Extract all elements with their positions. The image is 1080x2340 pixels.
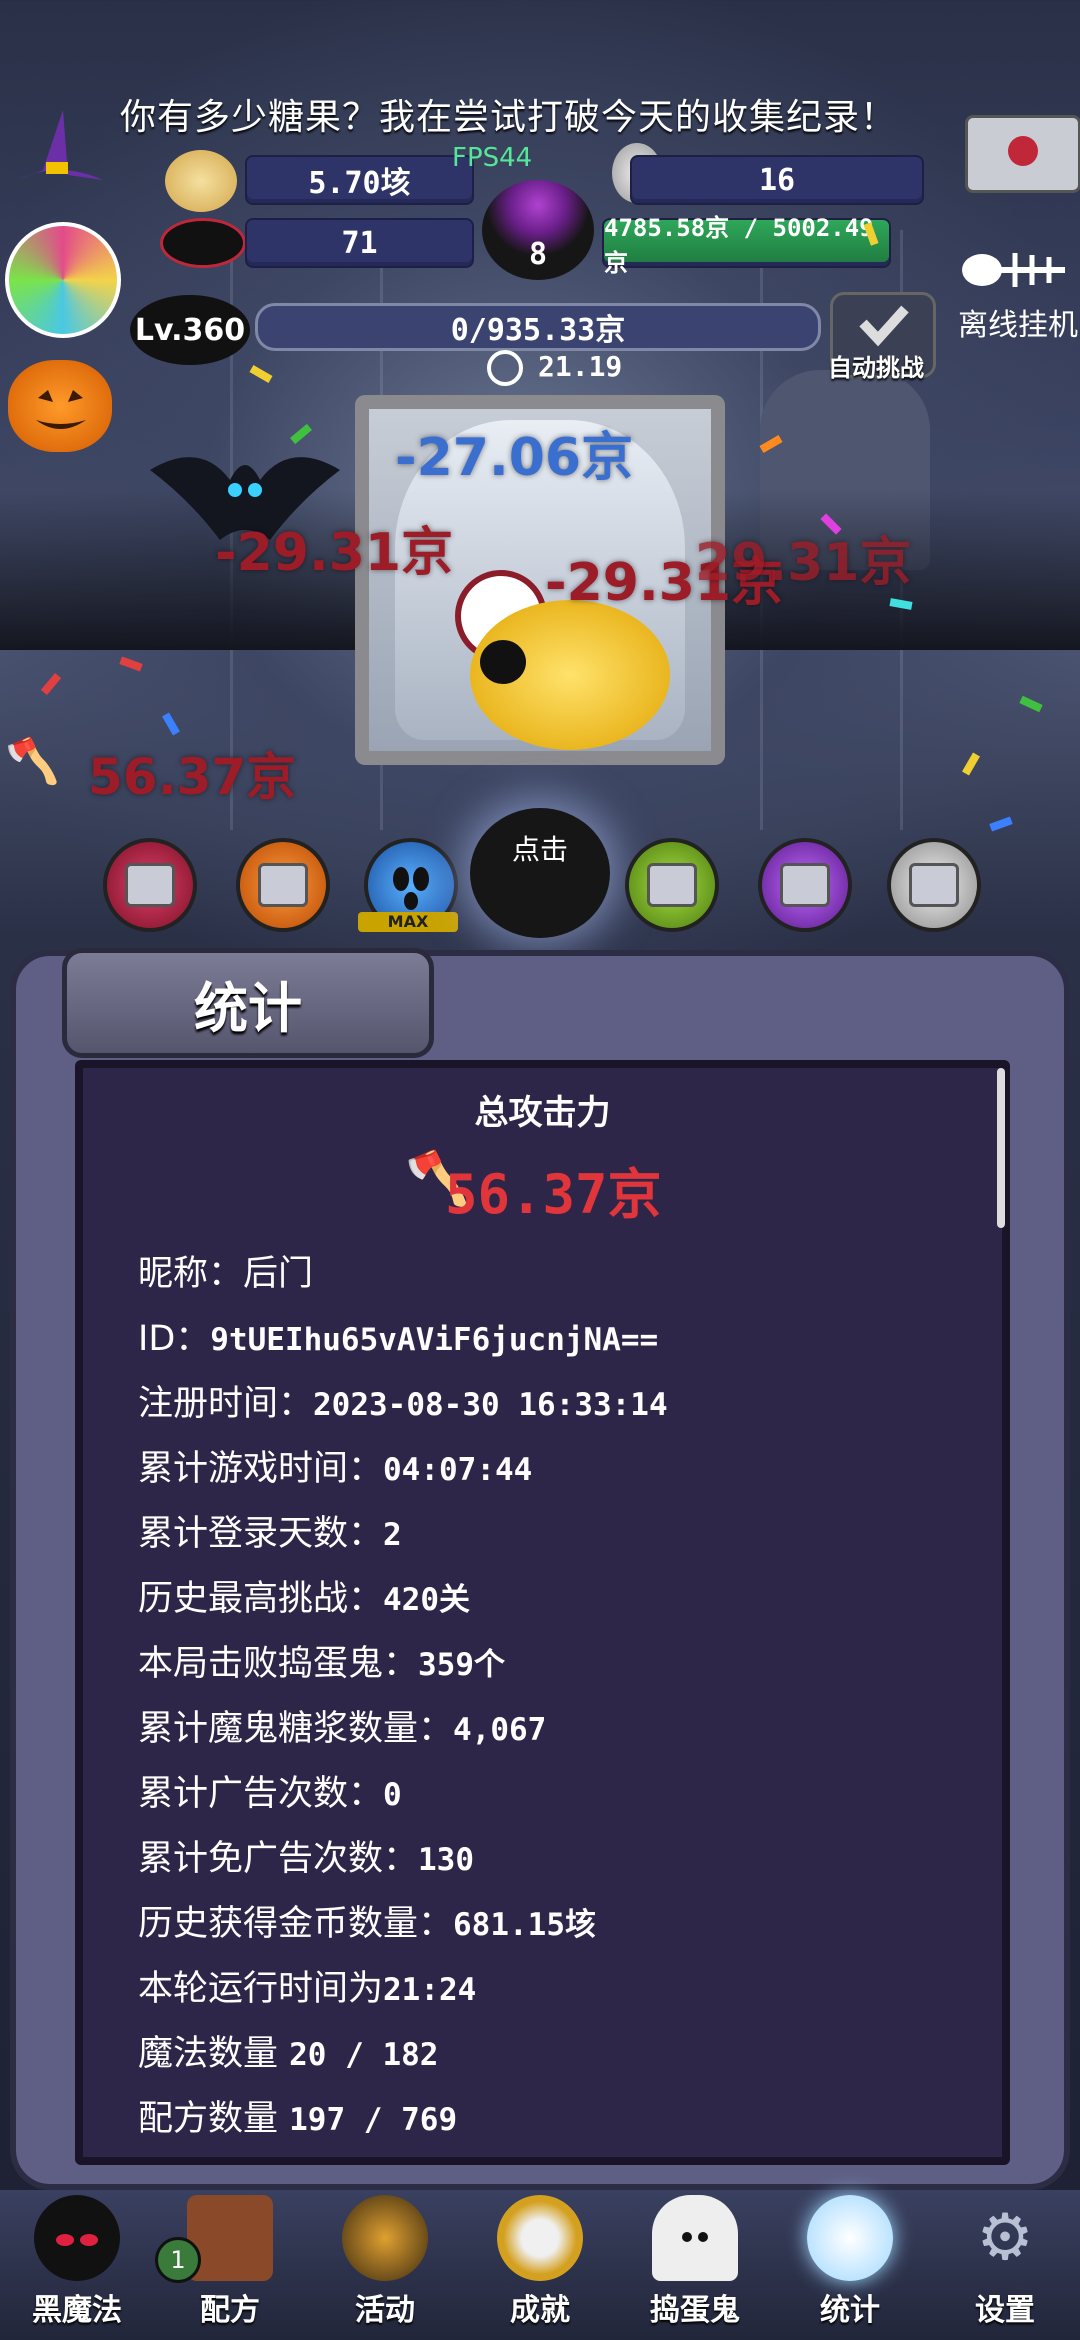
skull-count: 16: [630, 155, 924, 205]
ghost-icon: [652, 2195, 738, 2281]
candy-sack-icon: [165, 150, 237, 212]
lock-icon: [780, 863, 830, 907]
cat-head-icon: [480, 640, 526, 684]
candy-total: 5.70垓: [245, 155, 474, 205]
stat-row-run-time: 本轮运行时间为21:24: [138, 1969, 477, 2009]
total-attack-value: 56.37京: [445, 1163, 662, 1226]
lock-icon: [258, 863, 308, 907]
green-skill-locked[interactable]: [625, 838, 719, 932]
nav-event[interactable]: 活动: [320, 2195, 450, 2340]
nav-settings[interactable]: ⚙ 设置: [940, 2195, 1070, 2340]
boss-hp-progress: 4785.58京 / 5002.49京: [602, 214, 891, 277]
nav-achievement[interactable]: 成就: [475, 2195, 605, 2340]
stat-row-nickname: 昵称：后门: [138, 1254, 314, 1294]
stat-row-ad-count: 累计广告次数：0: [138, 1774, 402, 1814]
orange-skill-locked[interactable]: [236, 838, 330, 932]
clock-icon: [487, 350, 523, 386]
event-banner: 你有多少糖果？我在尝试打破今天的收集纪录！: [120, 97, 898, 138]
book-icon: [187, 2195, 273, 2281]
white-skill-locked[interactable]: [887, 838, 981, 932]
stat-row-highest-challenge: 历史最高挑战：420关: [138, 1579, 471, 1619]
damage-text: 56.37京: [88, 748, 297, 806]
stat-row-magic-count: 魔法数量 20 / 182: [138, 2034, 439, 2074]
fishbone-icon[interactable]: [960, 245, 1070, 306]
stat-row-play-time: 累计游戏时间：04:07:44: [138, 1449, 533, 1489]
nav-label: 成就: [510, 2293, 570, 2328]
offline-idle-label[interactable]: 离线挂机: [958, 300, 1078, 344]
nav-label: 设置: [975, 2293, 1035, 2328]
fps-counter: FPS44: [452, 143, 533, 173]
stat-row-goblins-defeated: 本局击败捣蛋鬼：359个: [138, 1644, 506, 1684]
crystal-ball-icon: [807, 2195, 893, 2281]
stat-row-id: ID：9tUEIhu65vAViF6jucnjNA==: [138, 1319, 659, 1359]
stats-tab-title: 统计: [62, 948, 434, 1058]
total-attack-heading: 总攻击力: [474, 1093, 611, 1133]
cauldron-icon[interactable]: 8: [482, 180, 594, 280]
nav-label: 配方: [200, 2293, 260, 2328]
challenge-timer: 21.19: [538, 350, 623, 383]
lock-icon: [125, 863, 175, 907]
swirl-candy-icon[interactable]: [5, 222, 121, 338]
lock-icon: [647, 863, 697, 907]
nav-label: 捣蛋鬼: [650, 2293, 740, 2328]
click-label: 点击: [511, 833, 568, 866]
recipe-badge: 1: [155, 2237, 201, 2283]
mail-icon[interactable]: [965, 115, 1080, 193]
purple-skill-locked[interactable]: [758, 838, 852, 932]
click-attack-button[interactable]: 点击: [470, 808, 610, 938]
damage-text: 29.31京: [695, 533, 912, 593]
nav-label: 活动: [355, 2293, 415, 2328]
nav-statistics[interactable]: 统计: [785, 2195, 915, 2340]
ribbon-count: 71: [245, 218, 474, 268]
gear-icon: ⚙: [976, 2201, 1034, 2275]
stat-row-login-days: 累计登录天数：2: [138, 1514, 402, 1554]
pumpkin-icon[interactable]: [8, 360, 112, 452]
stat-row-syrup-count: 累计魔鬼糖浆数量：4,067: [138, 1709, 547, 1749]
axe-icon: 🪓: [5, 736, 60, 787]
stat-row-ad-free-count: 累计免广告次数：130: [138, 1839, 475, 1879]
max-tag: MAX: [358, 912, 458, 932]
nav-label: 统计: [820, 2293, 880, 2328]
red-skill-locked[interactable]: [103, 838, 197, 932]
xp-progress-bar: 0/935.33京: [255, 303, 821, 351]
nav-goblin[interactable]: 捣蛋鬼: [630, 2195, 760, 2340]
devil-icon: [34, 2195, 120, 2281]
stat-row-gold-total: 历史获得金币数量：681.15垓: [138, 1904, 596, 1944]
nav-black-magic[interactable]: 黑魔法: [12, 2195, 142, 2340]
candy-ribbon-icon: [160, 218, 246, 268]
stat-row-recipe-count: 配方数量 197 / 769: [138, 2099, 458, 2139]
trophy-icon: [497, 2195, 583, 2281]
cauldron-icon: [342, 2195, 428, 2281]
damage-text: -27.06京: [395, 428, 634, 488]
auto-challenge-label: 自动挑战: [828, 354, 924, 382]
cauldron-count: 8: [528, 237, 548, 272]
stat-row-register-time: 注册时间：2023-08-30 16:33:14: [138, 1384, 668, 1424]
player-level: Lv.360: [130, 295, 250, 365]
witch-hat-icon[interactable]: [8, 100, 108, 190]
nav-label: 黑魔法: [32, 2293, 122, 2328]
lock-icon: [909, 863, 959, 907]
damage-text: -29.31京: [215, 523, 454, 583]
